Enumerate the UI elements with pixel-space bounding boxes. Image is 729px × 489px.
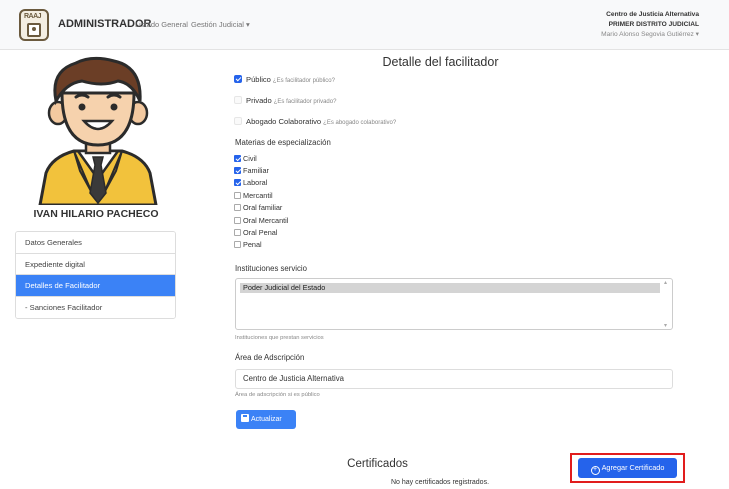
menu-item-sanciones-facilitador[interactable]: - Sanciones Facilitador bbox=[16, 296, 175, 319]
materia-oral-penal-checkbox[interactable] bbox=[234, 229, 241, 236]
update-button[interactable]: Actualizar bbox=[236, 410, 296, 429]
area-help: Área de adscripción si es público bbox=[235, 392, 320, 398]
certificates-empty-message: No hay certificados registrados. bbox=[390, 479, 490, 486]
materia-civil[interactable]: Civil bbox=[234, 154, 257, 164]
district-name: PRIMER DISTRITO JUDICIAL bbox=[608, 21, 699, 28]
area-adscripcion-field[interactable]: Centro de Justicia Alternativa bbox=[235, 369, 673, 389]
area-label: Área de Adscripción bbox=[235, 353, 305, 362]
materia-laboral-checkbox[interactable] bbox=[234, 179, 241, 186]
materia-penal-label: Penal bbox=[243, 240, 262, 249]
update-button-label: Actualizar bbox=[251, 416, 282, 423]
materia-oral-penal[interactable]: Oral Penal bbox=[234, 228, 277, 238]
publico-hint: ¿Es facilitador público? bbox=[272, 78, 335, 84]
add-certificate-button[interactable]: + Agregar Certificado bbox=[578, 458, 677, 478]
instituciones-help: Instituciones que prestan servicios bbox=[235, 335, 324, 341]
materia-mercantil-label: Mercantil bbox=[243, 191, 273, 200]
privado-hint: ¿Es facilitador privado? bbox=[273, 99, 337, 105]
person-icon bbox=[27, 23, 41, 37]
app-logo[interactable]: RAAJ bbox=[19, 9, 49, 41]
avatar bbox=[38, 56, 158, 205]
add-certificate-label: Agregar Certificado bbox=[601, 463, 665, 472]
materia-mercantil[interactable]: Mercantil bbox=[234, 191, 273, 201]
materia-familiar[interactable]: Familiar bbox=[234, 166, 269, 176]
publico-row: Público ¿Es facilitador público? bbox=[234, 75, 335, 84]
publico-checkbox[interactable] bbox=[234, 75, 242, 83]
abogado-checkbox[interactable] bbox=[234, 117, 242, 125]
nav-link-gestion-judicial[interactable]: Gestión Judicial ▾ bbox=[191, 20, 250, 29]
menu-item-detalles-facilitador[interactable]: Detalles de Facilitador bbox=[16, 275, 175, 297]
abogado-label: Abogado Colaborativo bbox=[246, 117, 322, 126]
materia-familiar-label: Familiar bbox=[243, 166, 269, 175]
materia-laboral[interactable]: Laboral bbox=[234, 178, 267, 188]
materia-oral-mercantil[interactable]: Oral Mercantil bbox=[234, 216, 288, 226]
materia-oral-penal-label: Oral Penal bbox=[243, 228, 278, 237]
instituciones-label: Instituciones servicio bbox=[235, 264, 307, 273]
plus-circle-icon: + bbox=[590, 466, 600, 475]
materia-civil-checkbox[interactable] bbox=[234, 155, 241, 162]
abogado-row: Abogado Colaborativo ¿Es abogado colabora… bbox=[234, 117, 396, 126]
menu-item-expediente-digital[interactable]: Expediente digital bbox=[16, 253, 175, 276]
abogado-hint: ¿Es abogado colaborativo? bbox=[323, 120, 397, 126]
page-title: Detalle del facilitador bbox=[382, 55, 499, 69]
materia-oral-mercantil-checkbox[interactable] bbox=[234, 217, 241, 224]
materia-penal[interactable]: Penal bbox=[234, 240, 262, 250]
materia-penal-checkbox[interactable] bbox=[234, 241, 241, 248]
profile-menu: Datos Generales Expediente digital Detal… bbox=[15, 231, 176, 320]
menu-item-datos-generales[interactable]: Datos Generales bbox=[16, 232, 175, 254]
org-name: Centro de Justicia Alternativa bbox=[606, 11, 699, 18]
logo-text: RAAJ bbox=[24, 13, 42, 20]
materia-laboral-label: Laboral bbox=[243, 178, 268, 187]
materia-mercantil-checkbox[interactable] bbox=[234, 192, 241, 199]
materia-oral-mercantil-label: Oral Mercantil bbox=[243, 216, 289, 225]
user-info: Centro de Justicia Alternativa PRIMER DI… bbox=[601, 10, 699, 40]
privado-row: Privado ¿Es facilitador privado? bbox=[234, 96, 336, 105]
materia-oral-familiar-label: Oral familiar bbox=[243, 203, 283, 212]
privado-checkbox[interactable] bbox=[234, 96, 242, 104]
user-menu-toggle[interactable]: Mario Alonso Segovia Gutiérrez ▾ bbox=[601, 30, 699, 40]
instituciones-option-selected[interactable]: Poder Judicial del Estado bbox=[240, 283, 660, 293]
materia-oral-familiar[interactable]: Oral familiar bbox=[234, 203, 282, 213]
certificates-title: Certificados bbox=[347, 458, 408, 470]
top-navbar: RAAJ ADMINISTRADOR Listado General Gesti… bbox=[0, 0, 729, 50]
save-icon bbox=[241, 414, 249, 422]
instituciones-scrollbar[interactable] bbox=[663, 279, 671, 329]
instituciones-select[interactable]: Poder Judicial del Estado bbox=[235, 278, 673, 330]
materias-label: Materias de especialización bbox=[235, 138, 331, 147]
privado-label: Privado bbox=[246, 96, 272, 105]
materia-familiar-checkbox[interactable] bbox=[234, 167, 241, 174]
materia-civil-label: Civil bbox=[243, 154, 257, 163]
nav-link-listado-general[interactable]: Listado General bbox=[135, 20, 188, 29]
publico-label: Público bbox=[246, 75, 271, 84]
facilitator-name: IVAN HILARIO PACHECO bbox=[33, 208, 159, 220]
materia-oral-familiar-checkbox[interactable] bbox=[234, 204, 241, 211]
